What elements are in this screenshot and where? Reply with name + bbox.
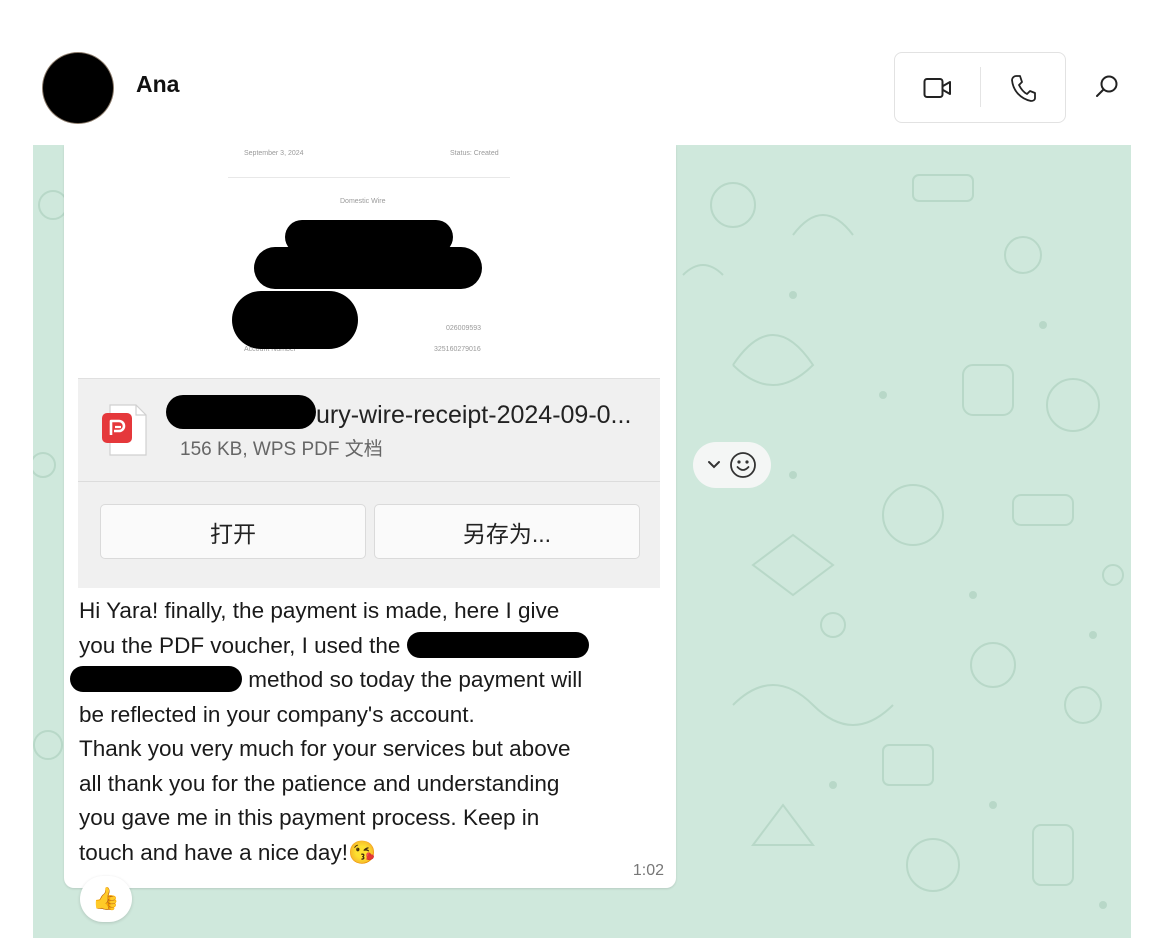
message-line: Hi Yara! finally, the payment is made, h… — [79, 598, 560, 623]
redaction — [254, 247, 482, 289]
pdf-preview[interactable]: September 3, 2024 Status: Created Domest… — [78, 145, 660, 378]
wps-pdf-icon — [102, 404, 147, 456]
message-line-part: method so today the payment will — [248, 667, 583, 692]
message-line: method so today the payment will — [70, 663, 649, 698]
open-file-button[interactable]: 打开 — [100, 504, 366, 559]
message-time: 1:02 — [632, 862, 664, 879]
file-meta: 156 KB, WPS PDF 文档 — [180, 439, 383, 460]
message-line-part: you the PDF voucher, I used the — [79, 632, 401, 658]
message-line: you the PDF voucher, I used the — [79, 629, 649, 664]
preview-routing-number: 026009593 — [446, 325, 482, 332]
kiss-emoji: 😘 — [347, 839, 376, 865]
save-as-button[interactable]: 另存为... — [374, 504, 640, 559]
message-line: be reflected in your company's account. — [79, 701, 475, 727]
redaction — [232, 291, 358, 349]
redaction — [70, 666, 242, 692]
preview-doc-title: Domestic Wire — [340, 198, 386, 205]
message-line: touch and have a nice day!😘 — [79, 836, 649, 871]
voice-call-button[interactable] — [980, 53, 1065, 122]
search-button[interactable] — [1083, 63, 1131, 111]
chevron-down-icon[interactable] — [707, 460, 721, 470]
file-card-divider — [78, 481, 660, 482]
preview-date: September 3, 2024 — [244, 150, 304, 157]
message-bubble[interactable]: September 3, 2024 Status: Created Domest… — [64, 145, 676, 888]
voice-call-icon — [1010, 74, 1036, 102]
emoji-reaction-icon[interactable] — [729, 451, 757, 479]
video-call-button[interactable] — [895, 53, 980, 122]
chat-area[interactable]: September 3, 2024 Status: Created Domest… — [33, 145, 1131, 938]
file-name[interactable]: ury-wire-receipt-2024-09-0... — [316, 401, 631, 430]
video-call-icon — [923, 77, 951, 98]
file-attachment-card[interactable]: ury-wire-receipt-2024-09-0... 156 KB, WP… — [78, 378, 660, 588]
call-button-group — [894, 52, 1066, 123]
chat-window: Ana September 3, 2024 Status: Created Do… — [33, 33, 1131, 938]
thumbs-up-reaction[interactable]: 👍 — [80, 876, 132, 922]
message-text: Hi Yara! finally, the payment is made, h… — [70, 594, 649, 871]
message-line: you gave me in this payment process. Kee… — [79, 805, 540, 830]
message-line-part: touch and have a nice day! — [79, 839, 348, 865]
contact-name[interactable]: Ana — [136, 71, 179, 98]
preview-status: Status: Created — [450, 150, 499, 157]
preview-account-number: 325160279016 — [434, 346, 481, 353]
redaction — [406, 631, 589, 658]
message-line: Thank you very much for your services bu… — [79, 736, 571, 761]
redaction — [166, 395, 316, 429]
message-actions — [693, 442, 771, 488]
search-icon — [1096, 75, 1118, 97]
preview-divider — [228, 177, 510, 178]
chat-header: Ana — [33, 33, 1131, 145]
avatar[interactable] — [43, 53, 113, 123]
message-line: all thank you for the patience and under… — [79, 770, 560, 796]
